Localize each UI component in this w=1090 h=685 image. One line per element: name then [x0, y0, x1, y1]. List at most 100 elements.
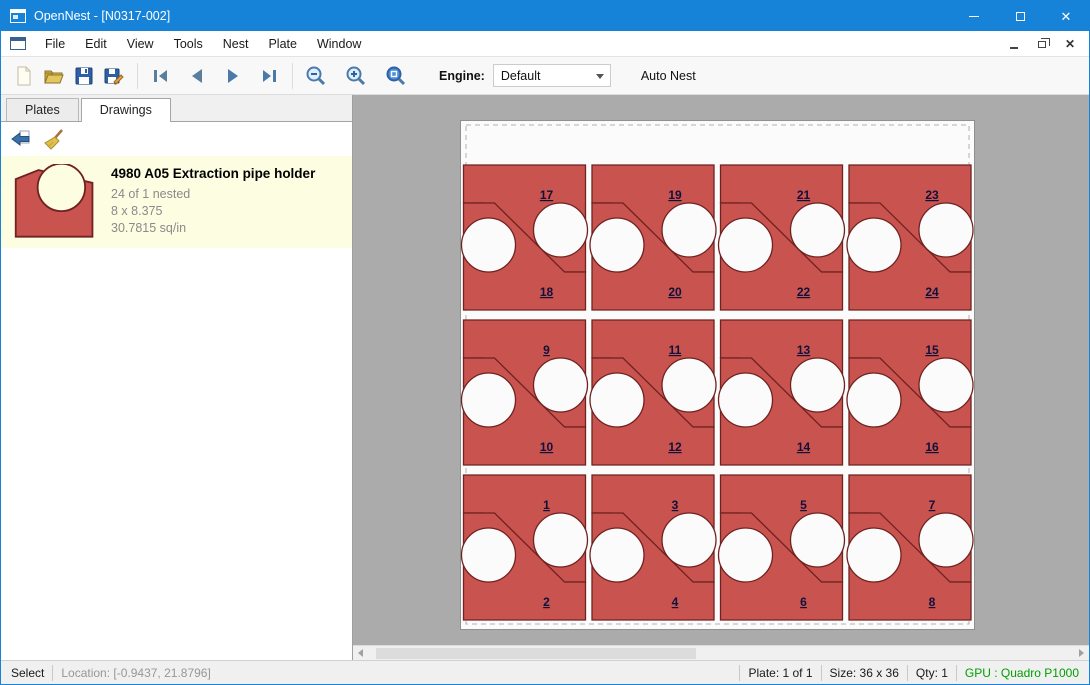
nested-pair[interactable]: 1314: [719, 320, 845, 465]
menu-tools[interactable]: Tools: [164, 33, 213, 55]
cleanup-button[interactable]: [40, 126, 67, 153]
zoom-in-button[interactable]: [341, 61, 371, 91]
status-plate: Plate: 1 of 1: [748, 666, 812, 680]
part-number-label: 17: [540, 188, 554, 202]
part-number-label: 5: [800, 498, 807, 512]
menu-bar: File Edit View Tools Nest Plate Window ✕: [1, 31, 1089, 57]
menu-view[interactable]: View: [117, 33, 164, 55]
tab-plates[interactable]: Plates: [6, 98, 79, 121]
part-number-label: 6: [800, 595, 807, 609]
nested-pair[interactable]: 910: [462, 320, 588, 465]
save-as-icon: [102, 64, 126, 88]
menu-window[interactable]: Window: [307, 33, 371, 55]
go-last-icon: [257, 64, 281, 88]
nested-pair[interactable]: 12: [462, 475, 588, 620]
horizontal-scrollbar[interactable]: [353, 645, 1089, 660]
mdi-child-icon[interactable]: [10, 37, 26, 50]
go-next-button[interactable]: [218, 61, 248, 91]
pipe-notch: [462, 528, 516, 582]
plate[interactable]: 171819202122232491011121314151612345678: [460, 120, 975, 630]
scrollbar-thumb[interactable]: [376, 648, 696, 659]
menu-nest[interactable]: Nest: [213, 33, 259, 55]
pipe-notch: [590, 528, 644, 582]
status-separator: [907, 665, 908, 681]
save-as-button[interactable]: [99, 61, 129, 91]
toolbar-separator: [137, 63, 138, 89]
open-file-button[interactable]: [39, 61, 69, 91]
chevron-down-icon: [596, 74, 604, 79]
mdi-restore-icon: [1038, 41, 1046, 48]
go-first-icon: [149, 64, 173, 88]
title-bar: OpenNest - [N0317-002] ✕: [1, 1, 1089, 31]
part-number-label: 20: [668, 285, 682, 299]
nested-pair[interactable]: 1718: [462, 165, 588, 310]
nested-pair[interactable]: 1112: [590, 320, 716, 465]
part-number-label: 14: [797, 440, 811, 454]
nest-canvas[interactable]: 171819202122232491011121314151612345678: [353, 95, 1089, 660]
go-first-button[interactable]: [146, 61, 176, 91]
menu-edit[interactable]: Edit: [75, 33, 117, 55]
status-bar: Select Location: [-0.9437, 21.8796] Plat…: [1, 660, 1089, 684]
minimize-button[interactable]: [951, 1, 997, 31]
mdi-minimize-button[interactable]: [1007, 37, 1021, 51]
menu-plate[interactable]: Plate: [258, 33, 307, 55]
pipe-notch: [847, 218, 901, 272]
drawing-list-item[interactable]: 4980 A05 Extraction pipe holder 24 of 1 …: [1, 156, 352, 248]
part-thumbnail: [13, 164, 97, 240]
status-location: Location: [-0.9437, 21.8796]: [61, 666, 210, 680]
part-number-label: 23: [925, 188, 939, 202]
zoom-in-icon: [344, 64, 368, 88]
mdi-close-button[interactable]: ✕: [1063, 37, 1077, 51]
close-button[interactable]: ✕: [1043, 1, 1089, 31]
broom-icon: [42, 127, 66, 151]
pipe-notch: [719, 373, 773, 427]
drawing-size: 8 x 8.375: [111, 203, 315, 220]
nested-pair[interactable]: 56: [719, 475, 845, 620]
window-title: OpenNest - [N0317-002]: [34, 9, 170, 23]
mdi-minimize-icon: [1010, 47, 1018, 49]
part-number-label: 7: [929, 498, 936, 512]
auto-nest-button[interactable]: Auto Nest: [633, 64, 704, 88]
part-number-label: 4: [672, 595, 679, 609]
nested-pair[interactable]: 23 24: [847, 165, 973, 310]
pipe-notch: [534, 203, 588, 257]
status-separator: [52, 665, 53, 681]
go-last-button[interactable]: [254, 61, 284, 91]
engine-select[interactable]: Default: [493, 64, 611, 87]
save-button[interactable]: [69, 61, 99, 91]
part-number-label: 22: [797, 285, 811, 299]
nested-pair[interactable]: 78: [847, 475, 973, 620]
nested-pair[interactable]: 1516: [847, 320, 973, 465]
nested-pair[interactable]: 2122: [719, 165, 845, 310]
zoom-out-button[interactable]: [301, 61, 331, 91]
mdi-restore-button[interactable]: [1035, 37, 1049, 51]
app-window: OpenNest - [N0317-002] ✕ File Edit View …: [0, 0, 1090, 685]
status-separator: [821, 665, 822, 681]
toolbar-separator: [292, 63, 293, 89]
nested-pair[interactable]: 1920: [590, 165, 716, 310]
pipe-notch: [919, 358, 973, 412]
new-document-button[interactable]: [9, 61, 39, 91]
part-number-label: 2: [543, 595, 550, 609]
pipe-notch: [590, 218, 644, 272]
close-icon: ✕: [1061, 10, 1072, 23]
panel-toolbar: [1, 122, 352, 156]
tab-drawings[interactable]: Drawings: [81, 98, 171, 122]
nested-pair[interactable]: 34: [590, 475, 716, 620]
part-number-label: 8: [929, 595, 936, 609]
drawing-area: 30.7815 sq/in: [111, 220, 315, 237]
go-previous-button[interactable]: [182, 61, 212, 91]
scroll-left-arrow-icon[interactable]: [353, 646, 368, 661]
part-number-label: 24: [925, 285, 939, 299]
side-panel: Plates Drawings: [1, 95, 353, 660]
status-size: Size: 36 x 36: [830, 666, 899, 680]
maximize-icon: [1016, 12, 1025, 21]
pipe-notch: [534, 513, 588, 567]
menu-file[interactable]: File: [35, 33, 75, 55]
scroll-right-arrow-icon[interactable]: [1074, 646, 1089, 661]
status-mode: Select: [1, 666, 44, 680]
maximize-button[interactable]: [997, 1, 1043, 31]
zoom-fit-button[interactable]: [381, 61, 411, 91]
drawing-nested-count: 24 of 1 nested: [111, 186, 315, 203]
return-to-plates-button[interactable]: [7, 126, 34, 153]
